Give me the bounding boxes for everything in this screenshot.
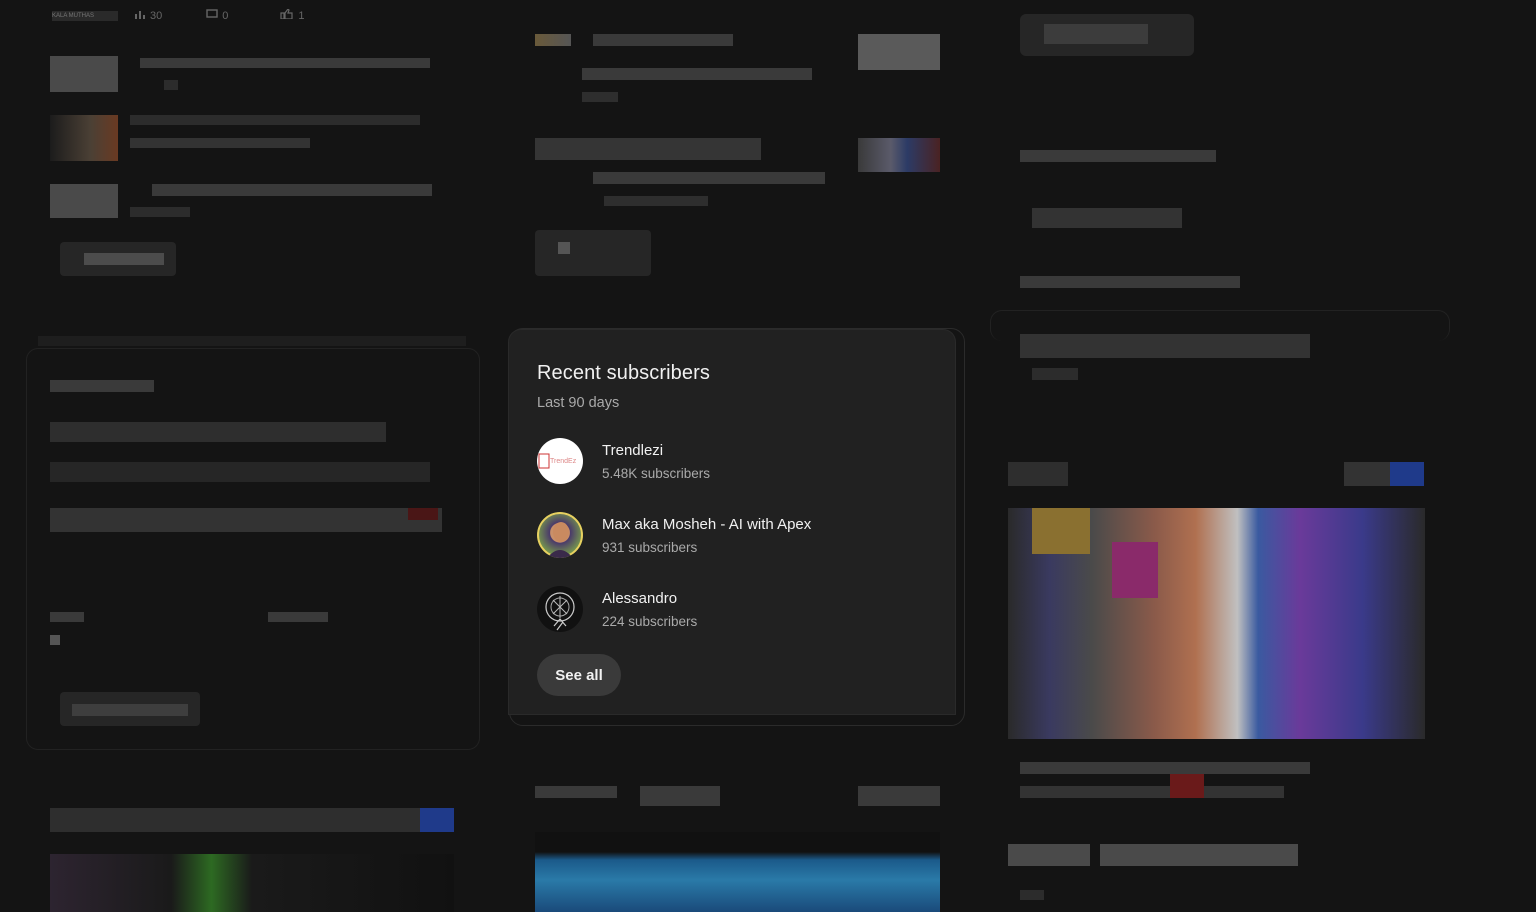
blurred-text <box>50 508 442 532</box>
subscriber-count: 5.48K subscribers <box>602 466 711 481</box>
blurred-text <box>604 196 708 206</box>
blurred-text <box>1020 762 1310 774</box>
card-title: Recent subscribers <box>537 362 710 384</box>
blurred-text <box>50 422 386 442</box>
blurred-text <box>152 184 432 196</box>
comment-icon <box>206 9 218 22</box>
recent-subscribers-card: Recent subscribers Last 90 days TrendEz … <box>509 330 955 714</box>
subscriber-count: 931 subscribers <box>602 540 698 555</box>
blurred-thumbnail <box>535 34 571 46</box>
subscriber-item[interactable]: Alessandro 224 subscribers <box>537 586 937 634</box>
blurred-text <box>50 380 154 392</box>
blurred-text <box>164 80 178 90</box>
subscriber-item[interactable]: Max aka Mosheh - AI with Apex 931 subscr… <box>537 512 937 560</box>
video-thumbnail-label: KALA MUTHAS <box>52 10 118 21</box>
blurred-thumbnail <box>50 854 454 912</box>
blurred-text <box>1008 462 1068 486</box>
blurred-text <box>420 808 454 832</box>
blurred-thumbnail <box>50 184 118 218</box>
blurred-text <box>558 242 570 254</box>
subscriber-name[interactable]: Alessandro <box>602 590 677 607</box>
blurred-text <box>1020 334 1310 358</box>
blurred-text <box>582 68 812 80</box>
blurred-button <box>1100 844 1298 866</box>
blurred-text <box>268 612 328 622</box>
subscriber-name[interactable]: Trendlezi <box>602 442 663 459</box>
blurred-text <box>140 58 430 68</box>
blurred-text <box>1044 24 1148 44</box>
subscriber-count: 224 subscribers <box>602 614 698 629</box>
blurred-text <box>640 786 720 806</box>
blurred-text <box>1020 786 1284 798</box>
blurred-text <box>535 786 617 798</box>
thumb-up-icon <box>280 8 294 22</box>
avatar[interactable] <box>537 586 583 632</box>
blurred-text <box>1020 150 1216 162</box>
blurred-text <box>1032 208 1182 228</box>
blurred-text <box>130 138 310 148</box>
views-count: 30 <box>150 9 163 22</box>
avatar-text: TrendEz <box>550 458 577 465</box>
avatar[interactable]: TrendEz <box>537 438 583 484</box>
blurred-button <box>535 230 651 276</box>
video-meta-row: KALA MUTHAS 30 0 1 <box>52 8 305 22</box>
blurred-text <box>50 462 430 482</box>
comments-count: 0 <box>222 9 229 22</box>
see-all-button[interactable]: See all <box>537 654 621 696</box>
blurred-text <box>535 138 761 160</box>
blurred-text <box>72 704 188 716</box>
blurred-text <box>1032 368 1078 380</box>
blurred-text <box>1170 774 1204 798</box>
blurred-thumbnail <box>535 832 940 912</box>
blurred-thumbnail <box>50 115 118 161</box>
blurred-text <box>50 635 60 645</box>
blurred-thumbnail-detail <box>1032 508 1090 554</box>
blurred-text <box>130 207 190 217</box>
blurred-text <box>582 92 618 102</box>
blurred-text <box>408 508 438 520</box>
blurred-text <box>50 808 454 832</box>
blurred-text <box>858 786 940 806</box>
subscriber-item[interactable]: TrendEz Trendlezi 5.48K subscribers <box>537 438 937 486</box>
subscriber-name[interactable]: Max aka Mosheh - AI with Apex <box>602 516 811 533</box>
blurred-text <box>1020 276 1240 288</box>
blurred-thumbnail <box>858 34 940 70</box>
chart-icon <box>134 9 146 22</box>
blurred-thumbnail <box>858 138 940 172</box>
card-subtitle: Last 90 days <box>537 395 620 411</box>
blurred-divider <box>38 336 466 346</box>
blurred-card-outline <box>26 348 480 750</box>
avatar[interactable] <box>537 512 583 558</box>
blurred-text <box>593 172 825 184</box>
blurred-text <box>1390 462 1424 486</box>
blurred-text <box>1020 890 1044 900</box>
blurred-text <box>84 253 164 265</box>
blurred-thumbnail <box>50 56 118 92</box>
likes-count: 1 <box>298 9 305 22</box>
blurred-button <box>1008 844 1090 866</box>
blurred-thumbnail-detail <box>1112 542 1158 598</box>
blurred-text <box>593 34 733 46</box>
blurred-text <box>130 115 420 125</box>
blurred-text <box>50 612 84 622</box>
